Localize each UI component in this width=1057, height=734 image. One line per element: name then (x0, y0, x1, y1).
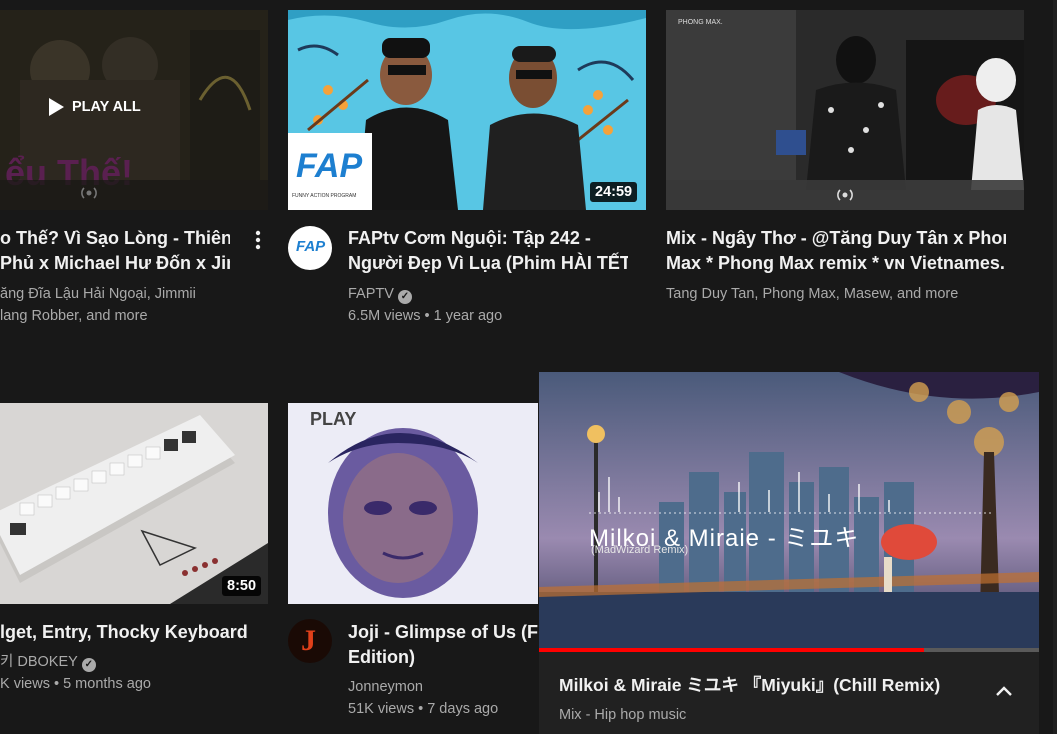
mix-radio-icon (837, 189, 853, 201)
verified-icon: ✓ (397, 290, 412, 304)
video-meta: ăng Đĩa Lậu Hải Ngoại, Jimmii lang Robbe… (0, 286, 196, 324)
video-thumbnail[interactable]: FAP FUNNY ACTION PROGRAM (288, 10, 646, 210)
expand-chevron-up-icon[interactable] (994, 684, 1014, 698)
miniplayer-subtitle: Mix - Hip hop music (559, 707, 687, 723)
thumbnail-image: PHONG MAX. (666, 10, 1024, 210)
play-icon (49, 98, 64, 116)
video-meta: FAPTV ✓ 6.5M views • 1 year ago (348, 283, 502, 327)
video-title[interactable]: FAPtv Cơm Nguội: Tập 242 - Người Đẹp Vì … (348, 226, 628, 276)
video-meta: Tang Duy Tan, Phong Max, Masew, and more (666, 286, 959, 302)
video-frame (539, 372, 1039, 650)
channel-logo-overlay: FAP FUNNY ACTION PROGRAM (288, 133, 372, 210)
thumbnail-image (0, 403, 268, 604)
channel-name[interactable]: FAPTV (348, 286, 394, 302)
channel-name[interactable]: Jonneymon (348, 676, 498, 698)
miniplayer[interactable]: Milkoi & Miraie - ミユキ (MadWizard Remix) … (539, 372, 1039, 734)
view-stats: K views • 5 months ago (0, 676, 151, 692)
svg-text:PLAY: PLAY (310, 409, 356, 429)
verified-icon: ✓ (81, 658, 96, 672)
video-title[interactable]: Joji - Glimpse of Us (Filt Edition) (348, 620, 538, 670)
channel-name[interactable]: 키 DBOKEY (0, 654, 78, 670)
svg-text:PHONG MAX.: PHONG MAX. (678, 19, 723, 26)
miniplayer-video[interactable]: Milkoi & Miraie - ミユキ (MadWizard Remix) (539, 372, 1039, 650)
thumbnail-image: PLAY (288, 403, 538, 604)
play-all-label: PLAY ALL (72, 99, 141, 115)
progress-bar-fill (539, 648, 924, 652)
more-options-icon[interactable] (250, 229, 266, 251)
duration-badge: 24:59 (590, 182, 638, 202)
video-title[interactable]: Mix - Ngây Thơ - @Tăng Duy Tân x Phong M… (666, 226, 1006, 276)
mix-radio-icon (81, 187, 97, 199)
channel-avatar[interactable]: FAP (288, 226, 332, 270)
miniplayer-title[interactable]: Milkoi & Miraie ミユキ 『Miyuki』(Chill Remix… (559, 672, 940, 697)
video-meta: Jonneymon 51K views • 7 days ago (348, 676, 498, 720)
view-stats: 6.5M views • 1 year ago (348, 308, 503, 324)
video-thumbnail[interactable]: PLAY (288, 403, 538, 604)
video-title[interactable]: lget, Entry, Thocky Keyboard (0, 620, 260, 645)
video-thumbnail[interactable]: ểu Thế! PLAY ALL (0, 10, 268, 210)
video-thumbnail[interactable] (0, 403, 268, 604)
duration-badge: 8:50 (222, 576, 262, 596)
progress-bar[interactable] (539, 648, 1039, 652)
scrollbar-track[interactable] (1053, 0, 1057, 734)
video-meta: 키 DBOKEY ✓ K views • 5 months ago (0, 651, 151, 695)
play-all-overlay[interactable]: PLAY ALL (48, 98, 141, 116)
video-thumbnail[interactable]: PHONG MAX. (666, 10, 1024, 210)
view-stats: 51K views • 7 days ago (348, 701, 499, 717)
video-art-subtitle: (MadWizard Remix) (591, 544, 689, 556)
video-title[interactable]: o Thế? Vì Sạo Lòng - Thiên Phủ x Michael… (0, 226, 230, 276)
channel-avatar[interactable]: J (288, 619, 332, 663)
